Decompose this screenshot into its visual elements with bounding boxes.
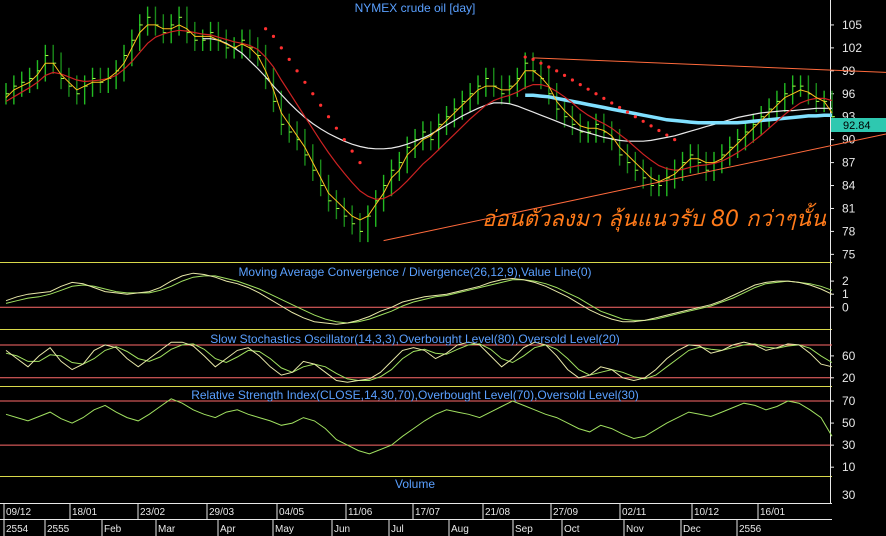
last-value-label: 92.84	[843, 120, 871, 132]
rsi-title: Relative Strength Index(CLOSE,14,30,70),…	[191, 388, 639, 402]
sar-dot	[657, 128, 661, 133]
x-top-label: 16/01	[760, 507, 785, 518]
chart-window: 105 102 99 96 93 90 87 84 81 78 75 210 60 20 70 50 30…	[0, 0, 886, 536]
sar-dot	[586, 87, 590, 91]
sar-dot	[319, 103, 323, 107]
price-axis-tick-label: 90	[842, 133, 856, 147]
x-bottom-label: Mar	[158, 524, 176, 535]
ma-mid-line	[5, 29, 833, 200]
price-axis-tick-label: 78	[842, 224, 856, 238]
sar-dot	[539, 61, 543, 65]
sar-dot	[594, 92, 598, 96]
stoch-axis-tick-label: 20	[842, 371, 856, 385]
macd-axis-tick-label: 0	[842, 300, 849, 314]
price-axis-tick-label: 81	[842, 201, 856, 215]
x-top-label: 02/11	[622, 507, 647, 518]
rsi-axis-tick-label: 30	[842, 438, 856, 452]
sar-dot	[625, 110, 630, 114]
sar-dot	[641, 119, 645, 123]
x-bottom-label: Nov	[626, 524, 644, 535]
x-top-label: 10/12	[694, 507, 719, 518]
sar-dot	[342, 138, 346, 142]
stoch-axis-tick-label: 60	[842, 349, 856, 363]
sar-dot	[279, 46, 283, 50]
price-axis-tick-label: 87	[842, 156, 856, 170]
sar-dot	[618, 105, 622, 110]
x-top-label: 04/05	[279, 507, 304, 518]
sar-dot	[578, 82, 582, 87]
rsi-axis-tick-label: 70	[842, 394, 856, 408]
ma-cyan-line	[525, 93, 832, 125]
volume-title: Volume	[395, 477, 435, 491]
x-top-label: 11/06	[348, 507, 373, 518]
x-bottom-label: Jul	[391, 524, 404, 535]
price-axis-tick-label: 105	[842, 18, 862, 32]
sar-dot	[570, 78, 575, 82]
sar-dot	[311, 92, 315, 96]
sar-dot	[295, 69, 299, 73]
sar-dot	[547, 65, 551, 69]
sar-dot	[633, 115, 637, 119]
sar-dot	[358, 160, 362, 165]
x-top-label: 21/08	[485, 507, 510, 518]
x-top-label: 27/09	[553, 507, 578, 518]
x-bottom-label: Aug	[451, 524, 469, 535]
rsi-panel: 70 50 30 10	[0, 394, 856, 474]
x-bottom-label: 2556	[739, 524, 762, 535]
sar-dot	[610, 101, 614, 105]
x-bottom-label: Jun	[334, 524, 350, 535]
panel-frames	[0, 0, 832, 520]
sar-dot	[523, 55, 527, 59]
x-top-label: 29/03	[209, 507, 234, 518]
sar-dot	[350, 149, 354, 153]
price-axis-tick-label: 102	[842, 41, 862, 55]
x-bottom-label: Sep	[515, 524, 533, 535]
sar-dot	[264, 27, 268, 31]
macd-title: Moving Average Convergence / Divergence(…	[238, 265, 591, 279]
sar-dot	[334, 126, 338, 130]
resistance-trendline	[533, 57, 886, 73]
x-bottom-label: Dec	[683, 524, 701, 535]
sar-dot	[271, 34, 276, 39]
macd-axis-tick-label: 1	[842, 287, 849, 301]
macd-panel: 210	[0, 272, 849, 325]
macd-signal-line	[5, 275, 833, 324]
price-axis-tick-label: 75	[842, 247, 856, 261]
x-axis: 09/12 18/01 23/02 29/03 04/05 11/06 17/07 21/08…	[0, 503, 832, 536]
sar-dot	[562, 73, 567, 78]
chart-canvas: 105102999693908784817875 210 6020 705030…	[0, 0, 886, 536]
chart-annotation: อ่อนตัวลงมา ลุ้นแนวรับ 80 กว่าๆนั้น	[482, 202, 827, 232]
x-bottom-label: May	[275, 524, 294, 535]
x-bottom-label: 2555	[47, 524, 70, 535]
sar-dot	[665, 133, 669, 137]
x-top-label: 18/01	[72, 507, 97, 518]
sar-dot	[303, 80, 307, 84]
x-bottom-label: Oct	[564, 524, 580, 535]
x-top-label: 09/12	[6, 507, 31, 518]
sar-dot	[673, 138, 677, 142]
sar-dot	[287, 57, 291, 61]
macd-line	[5, 272, 833, 325]
price-axis-tick-label: 96	[842, 87, 856, 101]
volume-tick-label: 30	[842, 488, 856, 502]
sar-dot	[602, 96, 606, 100]
macd-axis-tick-label: 2	[842, 274, 849, 288]
x-bottom-label: Feb	[104, 524, 122, 535]
x-top-label: 23/02	[140, 507, 165, 518]
sar-dot	[649, 124, 653, 128]
sar-dot	[326, 115, 331, 119]
price-chart-title: NYMEX crude oil [day]	[355, 1, 476, 15]
sar-dot	[555, 69, 559, 73]
x-bottom-label: Apr	[220, 524, 236, 535]
price-axis-tick-label: 84	[842, 179, 856, 193]
x-top-label: 17/07	[415, 507, 440, 518]
stochastics-title: Slow Stochastics Oscillator(14,3,3),Over…	[210, 332, 620, 346]
stochastics-panel: 60 20	[0, 341, 856, 385]
volume-panel: 30	[842, 488, 856, 502]
x-bottom-label: 2554	[6, 524, 29, 535]
rsi-axis-tick-label: 10	[842, 460, 856, 474]
stoch-k-line	[5, 341, 833, 383]
rsi-line	[5, 398, 833, 455]
rsi-axis-tick-label: 50	[842, 416, 856, 430]
